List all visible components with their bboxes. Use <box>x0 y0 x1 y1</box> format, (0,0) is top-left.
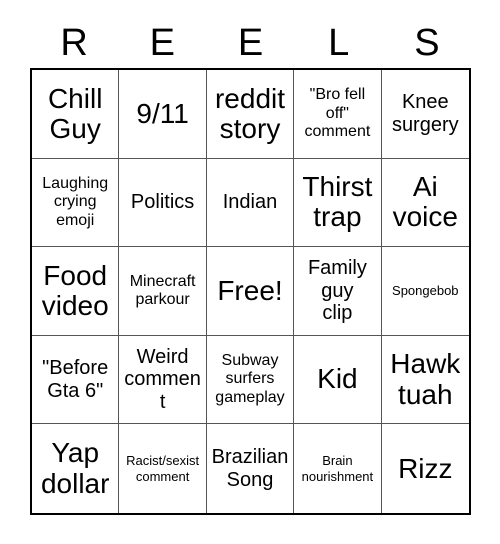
bingo-square[interactable]: Free! <box>206 247 295 336</box>
bingo-square-label: "Bro fell off" comment <box>304 86 371 140</box>
bingo-square-label: Hawk tuah <box>390 348 461 410</box>
bingo-square[interactable]: Thirst trap <box>294 158 382 248</box>
bingo-square-label: Indian <box>222 191 278 214</box>
bingo-header: R E E L S <box>30 18 471 68</box>
bingo-square-label: Chill Guy <box>47 82 103 144</box>
bingo-square-label: Family guy clip <box>307 257 367 325</box>
bingo-square-label: reddit story <box>214 82 286 144</box>
bingo-square[interactable]: Spongebob <box>381 247 469 336</box>
bingo-square-label: Brain nourishment <box>301 453 374 484</box>
bingo-square[interactable]: reddit story <box>206 70 295 159</box>
bingo-square[interactable]: "Bro fell off" comment <box>294 70 382 159</box>
bingo-square[interactable]: Kid <box>294 335 382 425</box>
bingo-square[interactable]: Brain nourishment <box>294 424 382 513</box>
bingo-square[interactable]: 9/11 <box>119 70 207 159</box>
bingo-square-label: Laughing crying emoji <box>42 174 109 229</box>
bingo-square[interactable]: Politics <box>119 158 207 248</box>
bingo-square[interactable]: Laughing crying emoji <box>32 158 120 248</box>
bingo-square[interactable]: Subway surfers gameplay <box>206 335 295 425</box>
bingo-square-label: Rizz <box>398 452 453 484</box>
bingo-square-label: 9/11 <box>136 97 189 129</box>
bingo-square[interactable]: Ai voice <box>381 158 469 248</box>
bingo-square-label: "Before Gta 6" <box>42 357 109 402</box>
bingo-square[interactable]: Food video <box>32 247 120 336</box>
bingo-square[interactable]: Weird comment <box>119 335 207 425</box>
bingo-square[interactable]: Hawk tuah <box>381 335 469 425</box>
bingo-square[interactable]: Knee surgery <box>381 70 469 159</box>
bingo-square-label: Free! <box>217 274 283 306</box>
bingo-square[interactable]: Racist/sexist comment <box>119 424 207 513</box>
header-letter-3: L <box>328 22 350 64</box>
bingo-square[interactable]: Yap dollar <box>32 424 120 513</box>
bingo-square-label: Spongebob <box>392 283 459 299</box>
bingo-square-label: Yap dollar <box>40 437 110 499</box>
bingo-square-label: Food video <box>41 259 109 321</box>
bingo-square[interactable]: Rizz <box>381 424 469 513</box>
bingo-square-label: Ai voice <box>392 171 458 233</box>
bingo-square[interactable]: "Before Gta 6" <box>32 335 120 425</box>
bingo-square-label: Thirst trap <box>302 171 373 233</box>
bingo-square-label: Knee surgery <box>391 91 459 136</box>
bingo-square-label: Brazilian Song <box>211 446 289 491</box>
bingo-card: R E E L S Chill Guy 9/11 reddit story "Bro … <box>0 0 500 544</box>
header-letter-2: E <box>237 22 264 64</box>
bingo-square-label: Minecraft parkour <box>129 272 196 308</box>
bingo-square[interactable]: Brazilian Song <box>206 424 295 513</box>
header-letter-0: R <box>60 22 88 64</box>
header-letter-4: S <box>414 22 440 64</box>
bingo-square[interactable]: Family guy clip <box>294 247 382 336</box>
header-letter-1: E <box>149 22 175 64</box>
bingo-grid: Chill Guy 9/11 reddit story "Bro fell off" … <box>30 68 471 515</box>
bingo-square[interactable]: Minecraft parkour <box>119 247 207 336</box>
bingo-square-label: Weird comment <box>124 346 201 413</box>
bingo-square-label: Kid <box>317 363 358 395</box>
bingo-square-label: Politics <box>130 191 195 214</box>
bingo-square[interactable]: Chill Guy <box>32 70 120 159</box>
bingo-square-label: Subway surfers gameplay <box>215 352 285 406</box>
bingo-square-label: Racist/sexist comment <box>126 453 200 484</box>
bingo-square[interactable]: Indian <box>206 158 295 248</box>
